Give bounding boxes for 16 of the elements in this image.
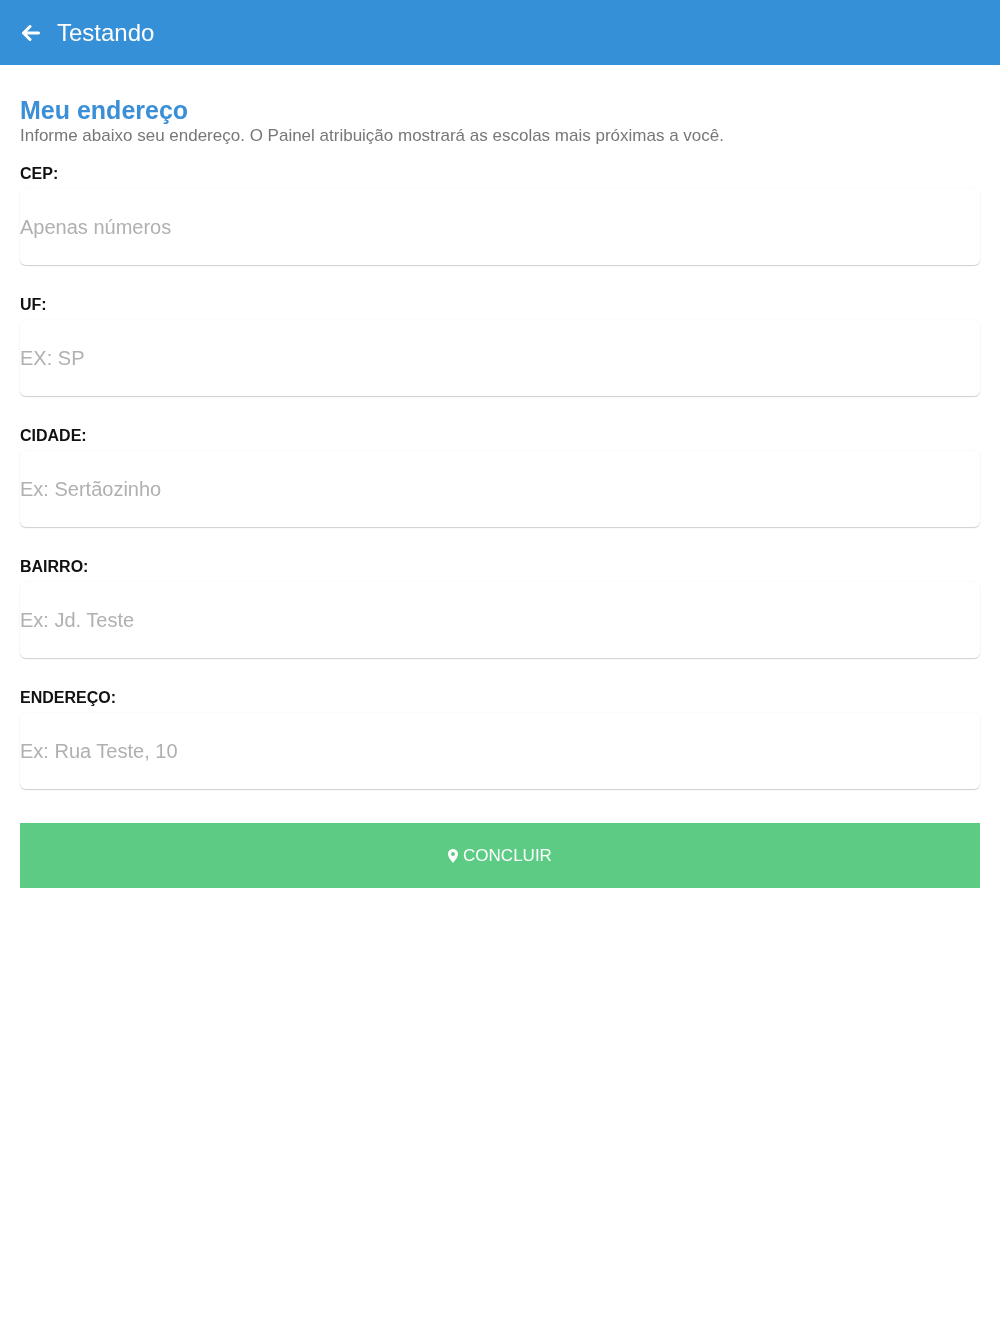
map-pin-icon [448,848,459,863]
back-arrow-icon[interactable] [22,24,40,41]
input-field[interactable]: Ex: Sertãozinho [20,451,980,527]
input-field[interactable]: Apenas números [20,189,980,265]
section-title: Meu endereço [20,95,190,125]
field-label: UF: [20,295,47,315]
input-field[interactable]: Ex: Jd. Teste [20,582,980,658]
input-field[interactable]: EX: SP [20,320,980,396]
header-title: Testando [57,18,155,47]
field-label: CEP: [20,164,59,184]
field-label: BAIRRO: [20,557,89,577]
conclude-button[interactable]: CONCLUIR [20,823,980,888]
input-field[interactable]: Ex: Rua Teste, 10 [20,713,980,789]
field-label: ENDEREÇO: [20,688,116,708]
field-label: CIDADE: [20,426,87,446]
section-description: Informe abaixo seu endereço. O Painel atribuição mostrará as escolas mais próximas a você. [20,125,725,147]
